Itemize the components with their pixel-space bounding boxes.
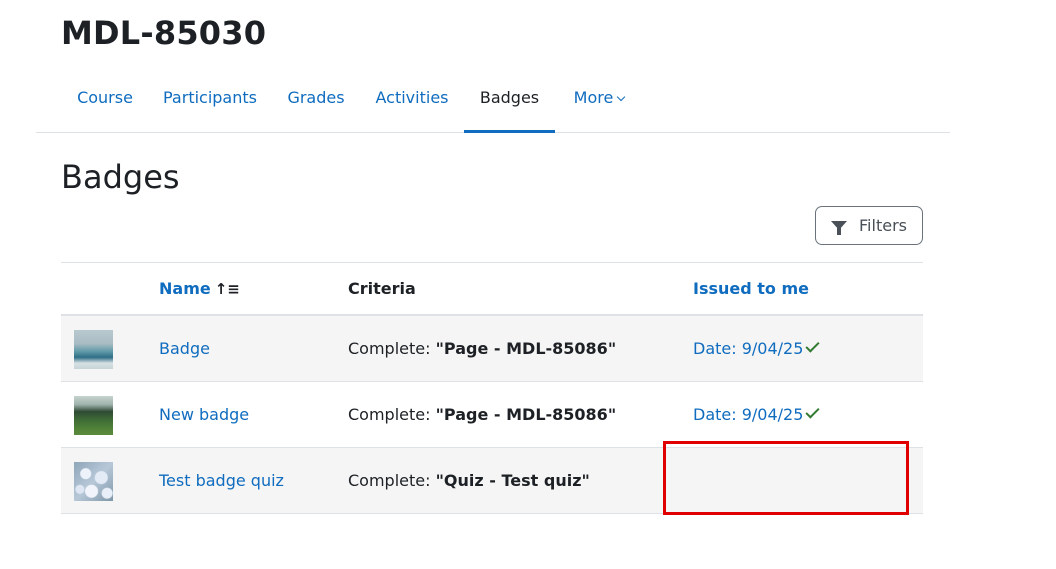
filters-button[interactable]: Filters: [815, 206, 923, 245]
criteria-prefix: Complete:: [348, 471, 436, 490]
criteria-value: "Page - MDL-85086": [435, 339, 617, 358]
tab-participants[interactable]: Participants: [158, 70, 262, 133]
badge-criteria: Complete: "Page - MDL-85086": [348, 382, 616, 448]
tab-course[interactable]: Course: [65, 70, 145, 133]
criteria-prefix: Complete:: [348, 405, 436, 424]
criteria-column-header: Criteria: [348, 279, 416, 298]
secondary-navigation: Course Participants Grades Activities Ba…: [36, 70, 950, 133]
badge-name-link[interactable]: Test badge quiz: [159, 448, 284, 514]
badge-criteria: Complete: "Quiz - Test quiz": [348, 448, 590, 514]
badge-image: [74, 396, 113, 435]
course-title: MDL-85030: [61, 14, 267, 52]
criteria-value: "Quiz - Test quiz": [435, 471, 590, 490]
badge-name-link[interactable]: New badge: [159, 382, 249, 448]
table-row: Badge Complete: "Page - MDL-85086" Date:…: [61, 316, 923, 382]
tab-activities[interactable]: Activities: [369, 70, 455, 133]
issued-date: Date: 9/04/25: [693, 382, 820, 448]
filter-icon: [831, 221, 848, 235]
sort-ascending-icon: ↑≡: [214, 280, 240, 298]
tab-badges-label: Badges: [479, 88, 540, 107]
criteria-prefix: Complete:: [348, 339, 436, 358]
filters-label: Filters: [859, 216, 907, 235]
tab-more-label: More: [573, 88, 614, 107]
check-icon: [805, 338, 820, 353]
table-row: New badge Complete: "Page - MDL-85086" D…: [61, 382, 923, 448]
issued-date-text: Date: 9/04/25: [693, 405, 804, 424]
badge-criteria: Complete: "Page - MDL-85086": [348, 316, 616, 382]
tab-badges[interactable]: Badges: [464, 70, 555, 133]
issued-date: Date: 9/04/25: [693, 316, 820, 382]
issued-date-text: Date: 9/04/25: [693, 339, 804, 358]
page-title: Badges: [61, 158, 180, 196]
badge-image: [74, 462, 113, 501]
check-icon: [805, 404, 820, 419]
badge-image: [74, 330, 113, 369]
issued-column-header[interactable]: Issued to me: [693, 263, 809, 316]
tab-more[interactable]: More: [567, 70, 631, 133]
name-column-header[interactable]: Name ↑≡: [159, 263, 240, 316]
badge-name-link[interactable]: Badge: [159, 316, 210, 382]
chevron-down-icon: [617, 92, 626, 102]
tab-grades[interactable]: Grades: [281, 70, 351, 133]
criteria-value: "Page - MDL-85086": [435, 405, 617, 424]
name-header-label: Name: [159, 279, 211, 298]
table-row: Test badge quiz Complete: "Quiz - Test q…: [61, 448, 923, 514]
badges-table: Name ↑≡ Criteria Issued to me Badge Compl…: [61, 262, 923, 514]
table-header: Name ↑≡ Criteria Issued to me: [61, 263, 923, 316]
